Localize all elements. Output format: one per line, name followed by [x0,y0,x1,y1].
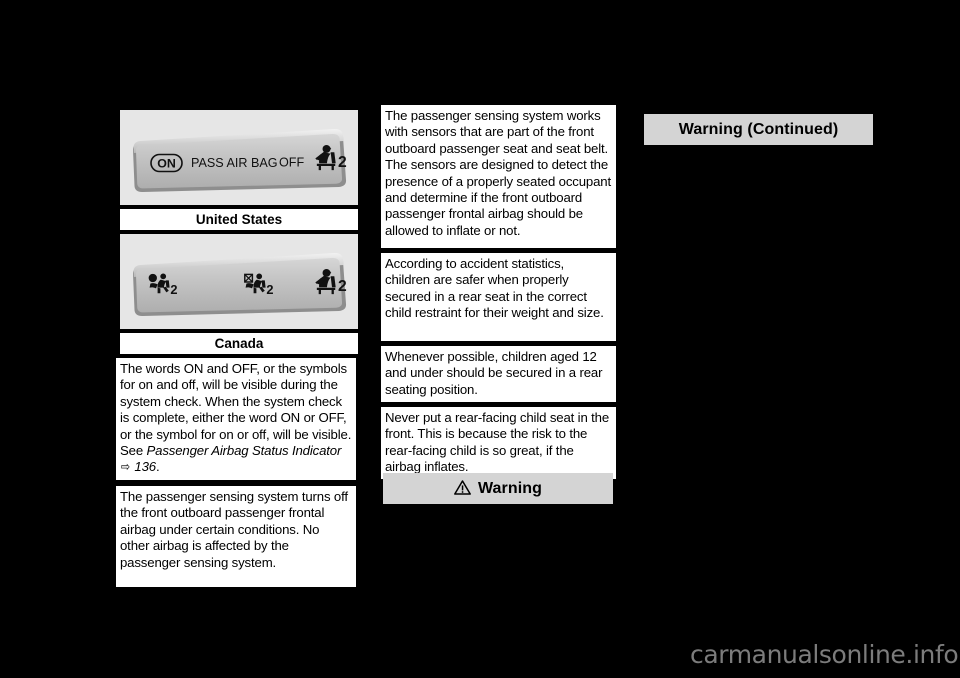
svg-text:ON: ON [157,156,176,170]
sensing-system-paragraph: The passenger sensing system turns off t… [120,489,348,570]
figure-us-indicator-caption: United States [120,209,358,230]
svg-text:2: 2 [266,282,273,297]
svg-text:2: 2 [338,154,347,171]
warning-continued-label: Warning (Continued) [678,120,839,138]
system-check-card: The words ON and OFF, or the symbols for… [116,358,356,480]
warning-continued-header: Warning (Continued) [644,114,873,145]
children-aged-card: Whenever possible, children aged 12 and … [381,346,616,402]
svg-text:2: 2 [170,282,177,297]
page-number: 136 [134,459,156,475]
accident-statistics-card: According to accident statistics, childr… [381,253,616,341]
warning-header: Warning [383,473,613,504]
system-check-trailing: . [155,459,160,475]
svg-text:PASS AIR BAG: PASS AIR BAG [191,156,278,170]
page-reference-arrow-icon: ⇨ [120,459,131,475]
canada-indicator-artwork: 2 2 2 [120,234,358,329]
site-watermark: carmanualsonline.info [690,640,959,669]
svg-text:2: 2 [338,278,347,295]
us-indicator-artwork: ON PASS AIR BAG OFF 2 [120,110,358,205]
figure-us-indicator: ON PASS AIR BAG OFF 2 [120,110,358,205]
svg-text:OFF: OFF [279,155,304,169]
rear-facing-card: Never put a rear-facing child seat in th… [381,407,616,479]
warning-triangle-icon [453,479,471,500]
sensors-paragraph: The passenger sensing system works with … [385,108,611,238]
figure-canada-indicator: 2 2 2 [120,234,358,329]
rear-facing-paragraph: Never put a rear-facing child seat in th… [385,410,610,475]
manual-page: ON PASS AIR BAG OFF 2 United States 2 2 … [0,0,960,678]
figure-canada-indicator-caption: Canada [120,333,358,354]
passenger-airbag-status-indicator-reference: Passenger Airbag Status Indicator [146,443,342,459]
children-aged-paragraph: Whenever possible, children aged 12 and … [385,349,603,397]
warning-header-label: Warning [477,479,543,497]
sensing-system-card: The passenger sensing system turns off t… [116,486,356,587]
accident-statistics-paragraph: According to accident statistics, childr… [385,256,604,321]
sensors-card: The passenger sensing system works with … [381,105,616,248]
system-check-paragraph: The words ON and OFF, or the symbols for… [120,361,352,476]
